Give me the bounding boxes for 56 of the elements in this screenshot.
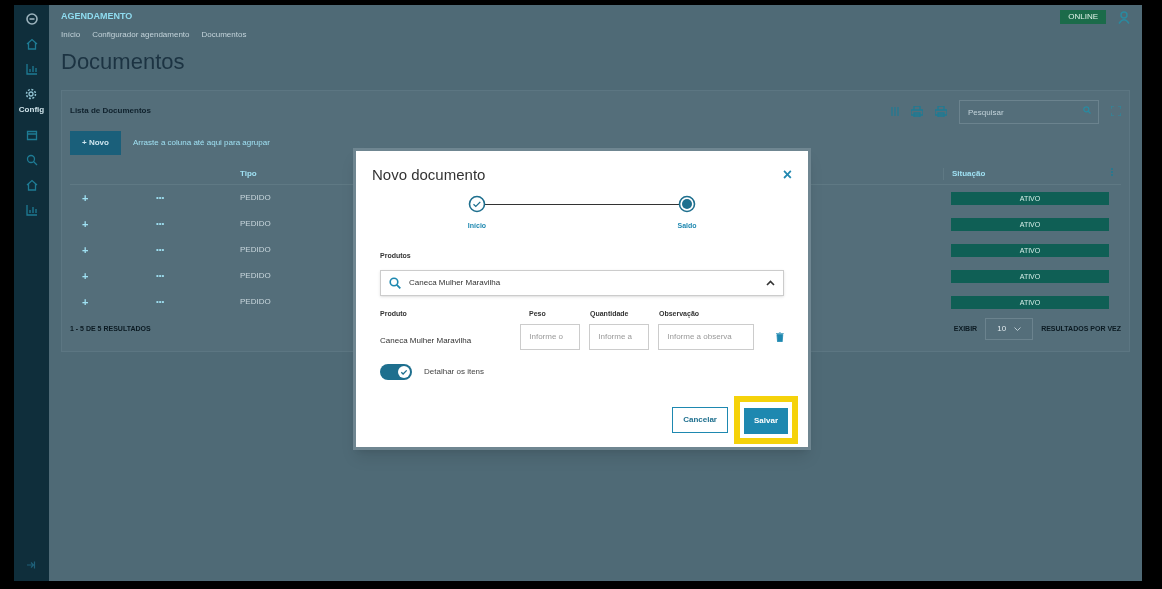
input-field[interactable]: Informe a <box>589 323 650 350</box>
row-menu-button[interactable]: ••• <box>156 193 165 202</box>
expand-button[interactable]: + <box>82 191 89 204</box>
settings-icon[interactable] <box>25 88 38 100</box>
sidebar-label[interactable]: Config <box>18 104 45 116</box>
toggle-label: Detalhar os itens <box>424 365 485 378</box>
table-cell: PEDIDO <box>240 193 271 202</box>
expand-button[interactable]: + <box>82 243 89 256</box>
modal-title: Novo documento <box>372 164 486 185</box>
table-cell: PEDIDO <box>240 219 271 228</box>
breadcrumb-link[interactable]: Documentos <box>201 29 247 41</box>
row-menu-button[interactable]: ••• <box>156 245 165 254</box>
toggle-knob-icon <box>398 365 410 378</box>
trash-icon[interactable] <box>776 331 784 342</box>
toggle-switch[interactable] <box>380 363 412 380</box>
table-cell: PEDIDO <box>240 271 271 280</box>
products-select[interactable]: Caneca Mulher Maravilha <box>380 269 784 296</box>
column-header[interactable]: Tipo <box>240 168 257 178</box>
row-menu-button[interactable]: ••• <box>156 219 165 228</box>
user-icon[interactable] <box>1118 10 1130 24</box>
fullscreen-icon[interactable] <box>1111 106 1121 116</box>
page-size-select[interactable]: 10 <box>985 318 1034 340</box>
new-button[interactable]: + Novo <box>70 131 121 155</box>
column-header[interactable]: Situação <box>952 167 986 180</box>
close-button[interactable]: × <box>782 167 792 183</box>
input-field[interactable]: Informe a observa <box>658 323 755 350</box>
expand-button[interactable]: + <box>82 217 89 230</box>
list-title: Lista de Documentos <box>70 105 151 117</box>
calendar-icon[interactable] <box>25 129 38 141</box>
group-hint: Arraste a coluna até aqui para agrupar <box>132 137 270 149</box>
chevron-up-icon <box>766 279 775 286</box>
input-field[interactable]: Informe o <box>520 323 581 350</box>
logout-icon[interactable] <box>27 561 36 569</box>
save-button[interactable]: Salvar <box>743 407 788 434</box>
table-cell: PEDIDO <box>240 245 271 254</box>
logo-icon <box>25 13 38 25</box>
cancel-button[interactable]: Cancelar <box>672 406 728 433</box>
search-icon <box>1083 105 1091 114</box>
breadcrumb-link[interactable]: Início <box>61 29 81 41</box>
search-field[interactable]: Pesquisar <box>959 100 1099 125</box>
search-icon[interactable] <box>25 154 38 166</box>
expand-button[interactable]: + <box>82 295 89 308</box>
row-menu-button[interactable]: ••• <box>156 271 165 280</box>
caret-icon <box>1014 327 1022 331</box>
app-title: AGENDAMENTO <box>61 10 133 24</box>
home-icon[interactable] <box>25 179 38 191</box>
home-icon[interactable] <box>25 38 38 50</box>
table-cell: PEDIDO <box>240 297 271 306</box>
chart-icon[interactable] <box>25 63 38 75</box>
breadcrumb-link[interactable]: Configurador agendamento <box>92 29 190 41</box>
expand-button[interactable]: + <box>82 269 89 282</box>
chart-icon[interactable] <box>25 204 38 216</box>
online-badge: ONLINE <box>1060 10 1106 24</box>
row-menu-button[interactable]: ••• <box>156 297 165 306</box>
product-name: Caneca Mulher Maravilha <box>380 334 473 347</box>
search-icon <box>389 276 401 289</box>
